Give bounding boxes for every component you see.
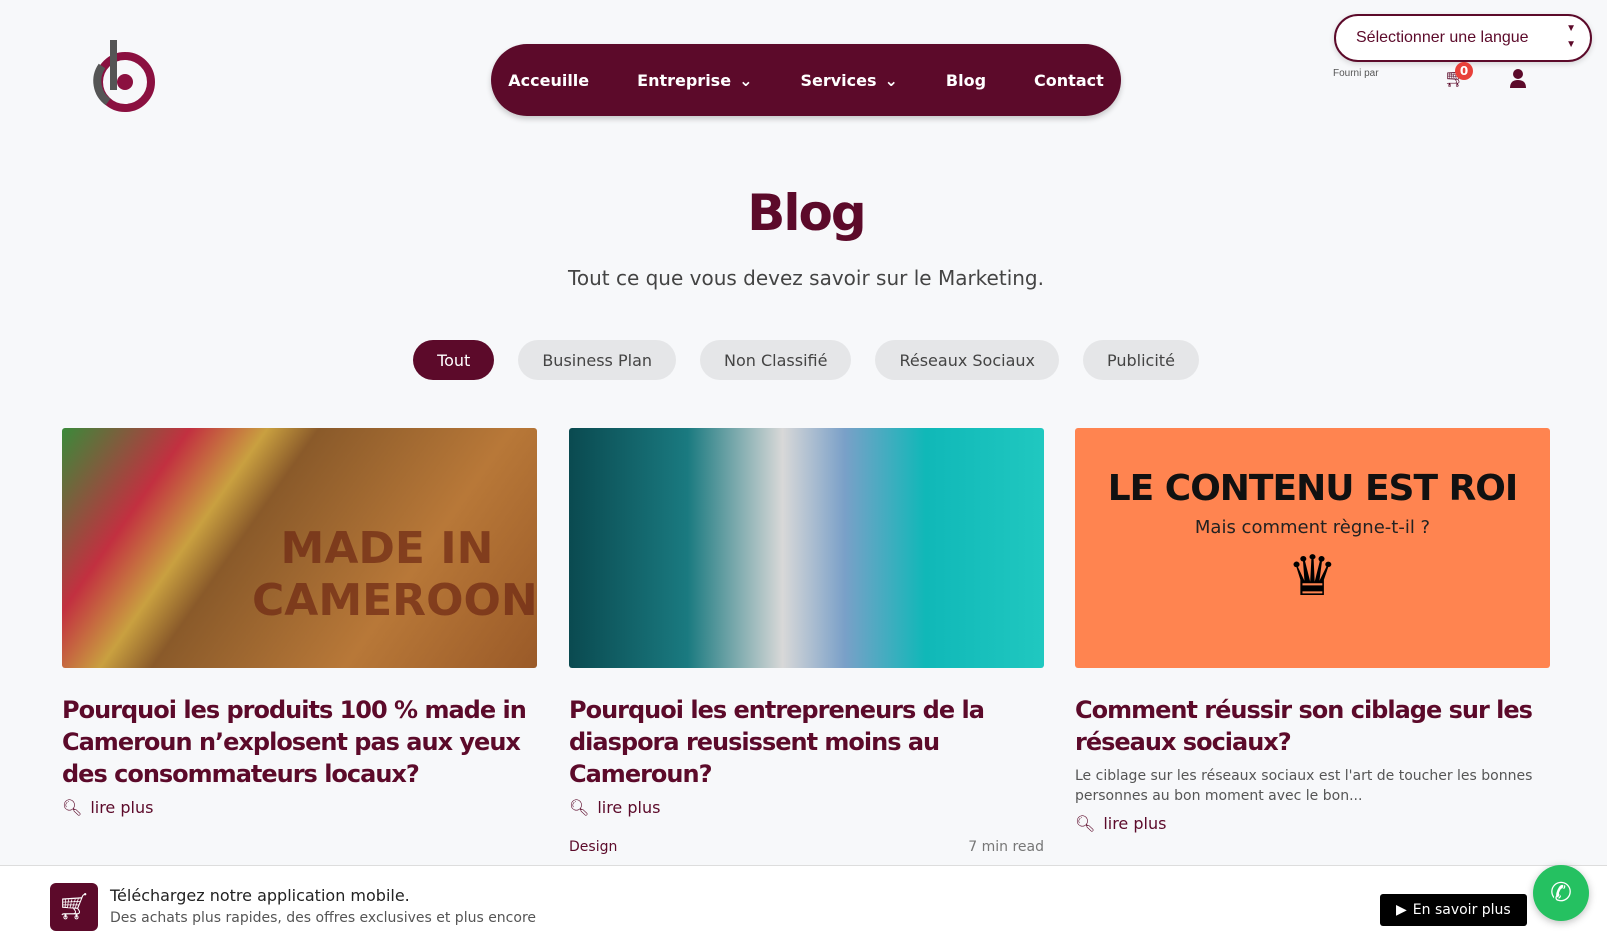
chevron-down-icon: ⌄ (739, 70, 753, 90)
logo[interactable] (88, 36, 162, 122)
search-icon: 🔍︎ (62, 798, 83, 817)
nav-contact[interactable]: Contact (1034, 71, 1104, 90)
whatsapp-button[interactable]: ✆ (1533, 865, 1589, 921)
search-icon: 🔍︎ (1075, 814, 1096, 833)
dropdown-arrows-icon: ▼ ▼ (1566, 23, 1576, 50)
app-download-banner: 🛒︎ Téléchargez notre application mobile.… (0, 865, 1607, 943)
cart-icon: 🛒︎ (50, 883, 98, 931)
post-card: Pourquoi les entrepreneurs de la diaspor… (569, 428, 1044, 855)
main-nav: Acceuille Entreprise ⌄ Services ⌄ Blog Con… (491, 44, 1121, 116)
post-title[interactable]: Pourquoi les entrepreneurs de la diaspor… (569, 694, 1044, 790)
filter-non-classifie[interactable]: Non Classifié (700, 340, 852, 380)
play-store-icon: ▶ (1396, 902, 1407, 918)
read-more-link[interactable]: 🔍︎ lire plus (1075, 814, 1550, 833)
post-image[interactable]: MADE IN CAMEROON (62, 428, 537, 668)
post-image[interactable]: LE CONTENU EST ROI Mais comment règne-t-… (1075, 428, 1550, 668)
read-more-link[interactable]: 🔍︎ lire plus (62, 798, 537, 817)
nav-blog[interactable]: Blog (946, 71, 986, 90)
page-subtitle: Tout ce que vous devez savoir sur le Mar… (568, 266, 1044, 290)
nav-acceuille[interactable]: Acceuille (508, 71, 589, 90)
nav-entreprise[interactable]: Entreprise ⌄ (637, 71, 752, 90)
post-excerpt: Le ciblage sur les réseaux sociaux est l… (1075, 768, 1533, 804)
whatsapp-icon: ✆ (1550, 878, 1572, 908)
nav-services[interactable]: Services ⌄ (800, 71, 897, 90)
search-icon: 🔍︎ (569, 798, 590, 817)
filter-reseaux-sociaux[interactable]: Réseaux Sociaux (875, 340, 1059, 380)
filter-business-plan[interactable]: Business Plan (518, 340, 677, 380)
powered-by: Fourni par (1333, 68, 1379, 79)
post-image[interactable] (569, 428, 1044, 668)
page-title: Blog (747, 184, 866, 242)
category-filters: Tout Business Plan Non Classifié Réseaux… (0, 340, 1607, 380)
user-icon[interactable] (1510, 68, 1526, 88)
learn-more-button[interactable]: ▶ En savoir plus (1380, 894, 1527, 926)
language-select[interactable]: Sélectionner une langue ▼ ▼ (1334, 14, 1592, 62)
post-category[interactable]: Design (569, 839, 617, 855)
chevron-down-icon: ⌄ (884, 70, 898, 90)
filter-publicite[interactable]: Publicité (1083, 340, 1199, 380)
read-more-link[interactable]: 🔍︎ lire plus (569, 798, 1044, 817)
post-card: MADE IN CAMEROON Pourquoi les produits 1… (62, 428, 537, 817)
banner-title: Téléchargez notre application mobile. (110, 886, 410, 905)
cart-count-badge: 0 (1455, 62, 1473, 80)
banner-subtitle: Des achats plus rapides, des offres excl… (110, 910, 537, 926)
post-card: LE CONTENU EST ROI Mais comment règne-t-… (1075, 428, 1550, 833)
crown-icon: ♛ (1287, 544, 1338, 609)
filter-tout[interactable]: Tout (413, 340, 495, 380)
read-time: 7 min read (968, 839, 1044, 855)
post-title[interactable]: Pourquoi les produits 100 % made in Came… (62, 694, 537, 790)
post-title[interactable]: Comment réussir son ciblage sur les rése… (1075, 694, 1550, 758)
